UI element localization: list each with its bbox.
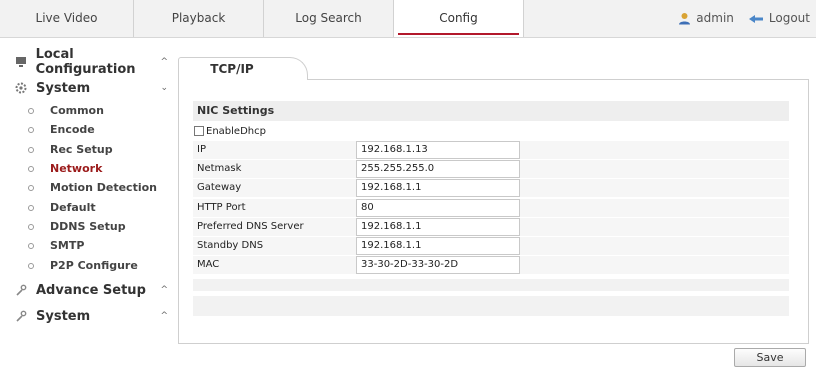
sidebar-item-label: Default — [50, 201, 96, 214]
netmask-input[interactable]: 255.255.255.0 — [356, 160, 520, 178]
sidebar-item-label: Network — [50, 162, 103, 175]
wrench-icon — [14, 283, 28, 297]
username: admin — [696, 11, 734, 25]
sidebar-item-rec-setup[interactable]: Rec Setup — [28, 140, 168, 159]
section-title: NIC Settings — [193, 101, 789, 121]
bullet-icon — [28, 223, 34, 230]
tab-tcp-ip[interactable]: TCP/IP — [178, 57, 308, 80]
sidebar-item-p2p-configure[interactable]: P2P Configure — [28, 256, 168, 275]
bullet-icon — [28, 204, 34, 211]
sidebar-item-smtp[interactable]: SMTP — [28, 236, 168, 255]
field-row-http-port: HTTP Port 80 — [193, 199, 789, 217]
bullet-icon — [28, 184, 34, 191]
sidebar-item-label: SMTP — [50, 239, 85, 252]
sidebar-item-label: DDNS Setup — [50, 220, 126, 233]
spacer-bar — [193, 296, 789, 316]
sidebar-item-ddns-setup[interactable]: DDNS Setup — [28, 217, 168, 236]
bullet-icon — [28, 107, 34, 114]
sidebar-group-local-configuration[interactable]: Local Configuration ^ — [14, 47, 174, 77]
sidebar-group-label: Advance Setup — [36, 282, 146, 298]
tab-playback[interactable]: Playback — [134, 0, 264, 37]
http-port-input[interactable]: 80 — [356, 199, 520, 217]
field-label: Netmask — [197, 163, 242, 174]
tab-config[interactable]: Config — [394, 0, 524, 37]
sidebar-item-encode[interactable]: Encode — [28, 120, 168, 139]
bullet-icon — [28, 126, 34, 133]
sidebar-item-label: Rec Setup — [50, 143, 113, 156]
bullet-icon — [28, 146, 34, 153]
gateway-input[interactable]: 192.168.1.1 — [356, 179, 520, 197]
ip-input[interactable]: 192.168.1.13 — [356, 141, 520, 159]
sidebar-group-label: System — [36, 80, 91, 96]
tab-live-video[interactable]: Live Video — [0, 0, 134, 37]
field-label: MAC — [197, 259, 220, 270]
wrench-icon — [14, 309, 28, 323]
chevron-up-icon: ^ — [160, 285, 168, 295]
save-button[interactable]: Save — [734, 348, 806, 367]
bullet-icon — [28, 165, 34, 172]
mac-input[interactable]: 33-30-2D-33-30-2D — [356, 256, 520, 274]
sidebar-item-label: P2P Configure — [50, 259, 138, 272]
user-menu[interactable]: admin — [678, 0, 734, 37]
field-row-standby-dns: Standby DNS 192.168.1.1 — [193, 237, 789, 255]
bullet-icon — [28, 262, 34, 269]
enable-dhcp-label: EnableDhcp — [206, 125, 266, 137]
standby-dns-input[interactable]: 192.168.1.1 — [356, 237, 520, 255]
user-icon — [679, 13, 691, 25]
bullet-icon — [28, 242, 34, 249]
logout-icon — [748, 14, 763, 23]
tab-log-search[interactable]: Log Search — [264, 0, 394, 37]
user-area: admin Logout — [678, 0, 810, 37]
field-row-ip: IP 192.168.1.13 — [193, 141, 789, 159]
spacer-bar — [193, 279, 789, 291]
sidebar-group-system[interactable]: System ⌄ — [14, 77, 174, 99]
sidebar-group-label: System — [36, 308, 91, 324]
top-navigation-bar: Live Video Playback Log Search Config ad… — [0, 0, 816, 38]
field-label: HTTP Port — [197, 202, 246, 213]
sidebar-group-label: Local Configuration — [35, 47, 136, 77]
field-row-mac: MAC 33-30-2D-33-30-2D — [193, 256, 789, 274]
monitor-icon — [14, 55, 28, 69]
sidebar-item-label: Motion Detection — [50, 181, 157, 194]
enable-dhcp-checkbox[interactable] — [194, 126, 204, 136]
sidebar-group-system-2[interactable]: System ^ — [14, 305, 174, 327]
sidebar-item-common[interactable]: Common — [28, 101, 168, 120]
chevron-up-icon: ^ — [160, 57, 168, 67]
field-label: Preferred DNS Server — [197, 221, 304, 232]
chevron-down-icon: ⌄ — [160, 83, 168, 93]
field-row-gateway: Gateway 192.168.1.1 — [193, 179, 789, 197]
sidebar-item-label: Common — [50, 104, 104, 117]
logout-button[interactable]: Logout — [748, 0, 810, 37]
sidebar-item-motion-detection[interactable]: Motion Detection — [28, 178, 168, 197]
field-label: Standby DNS — [197, 240, 264, 251]
chevron-up-icon: ^ — [160, 311, 168, 321]
field-label: IP — [197, 144, 206, 155]
enable-dhcp-option[interactable]: EnableDhcp — [194, 123, 266, 139]
preferred-dns-input[interactable]: 192.168.1.1 — [356, 218, 520, 236]
field-label: Gateway — [197, 182, 242, 193]
logout-label: Logout — [768, 11, 810, 25]
sidebar-item-label: Encode — [50, 123, 95, 136]
sidebar-item-network[interactable]: Network — [28, 159, 168, 178]
field-row-preferred-dns: Preferred DNS Server 192.168.1.1 — [193, 218, 789, 236]
field-row-netmask: Netmask 255.255.255.0 — [193, 160, 789, 178]
gear-icon — [14, 81, 28, 95]
sidebar-item-default[interactable]: Default — [28, 198, 168, 217]
sidebar-group-advance-setup[interactable]: Advance Setup ^ — [14, 279, 174, 301]
